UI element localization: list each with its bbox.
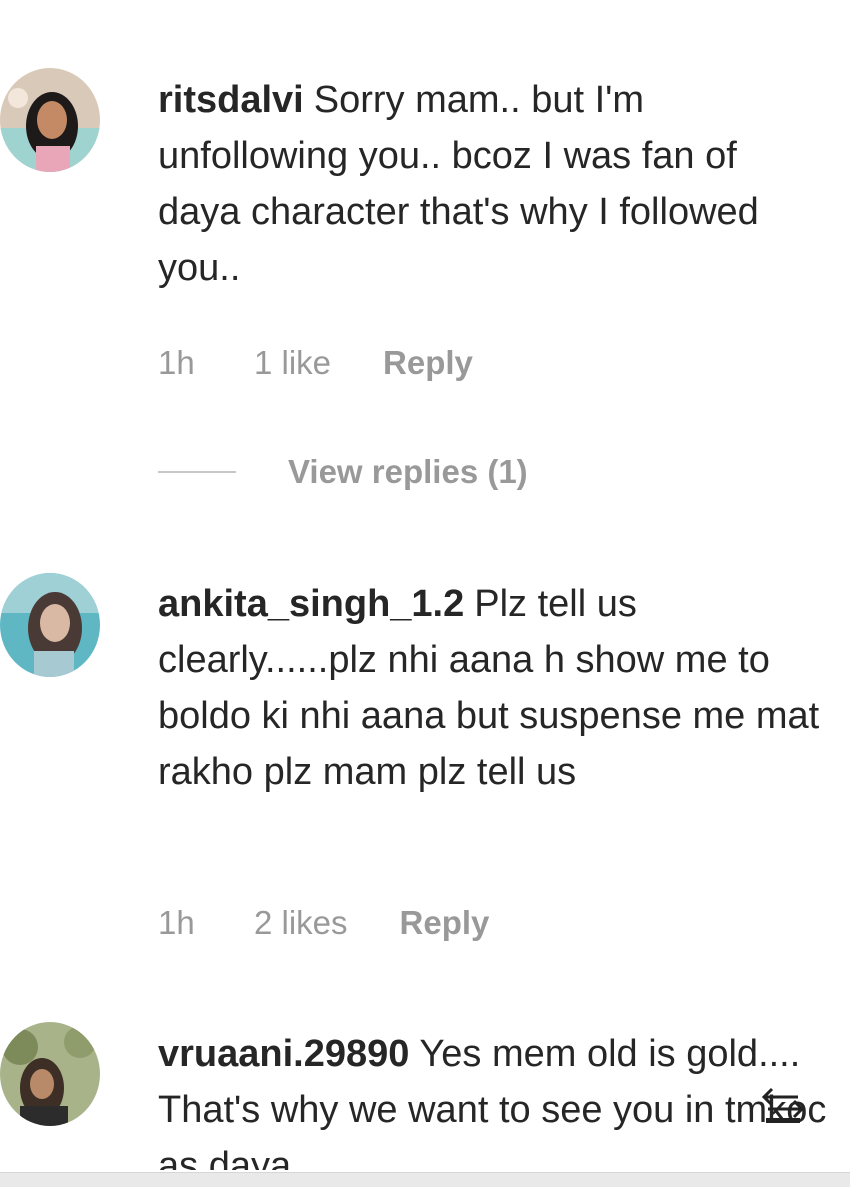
comment-likes[interactable]: 1 like [254,344,331,382]
comment-body: ritsdalvi Sorry mam.. but I'm unfollowing… [158,72,828,296]
comment-username[interactable]: vruaani.29890 [158,1033,409,1075]
reply-button[interactable]: Reply [383,344,473,382]
comment-time: 1h [158,344,195,381]
comment-body: vruaani.29890 Yes mem old is gold.... Tha… [158,1026,828,1170]
avatar[interactable] [0,68,100,172]
comment-time: 1h [158,904,195,941]
avatar[interactable] [0,573,100,677]
comment-meta: 1h 1 like Reply [158,344,473,382]
replies-divider [158,471,236,473]
comment-likes[interactable]: 2 likes [254,904,348,942]
comment-username[interactable]: ankita_singh_1.2 [158,583,464,625]
avatar[interactable] [0,1022,100,1126]
comment-meta: 1h 2 likes Reply [158,904,489,942]
comment-username[interactable]: ritsdalvi [158,79,304,121]
view-replies-button[interactable]: View replies (1) [158,452,528,492]
bottom-bar [0,1172,850,1187]
reply-button[interactable]: Reply [400,904,490,942]
comments-feed: ritsdalvi Sorry mam.. but I'm unfollowing… [0,0,850,1170]
comment-body: ankita_singh_1.2 Plz tell us clearly.....… [158,576,828,800]
view-replies-label: View replies (1) [288,453,528,490]
back-arrow-icon[interactable] [758,1085,808,1125]
